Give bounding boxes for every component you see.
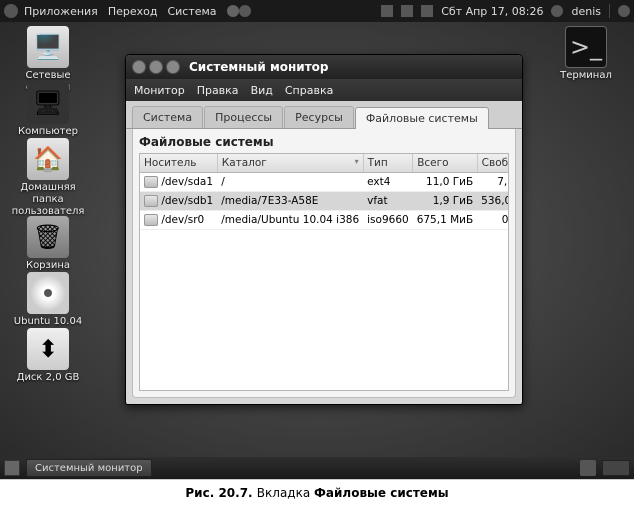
panel-title: Файловые системы [139,135,509,149]
menu-applications[interactable]: Приложения [24,5,98,18]
drive-icon [144,195,158,207]
window-menubar: Монитор Правка Вид Справка [126,79,522,101]
window-close-button[interactable] [132,60,146,74]
top-menubar: Приложения Переход Система Сбт Апр 17, 0… [0,0,634,22]
computer-icon: 🖥 [27,82,69,124]
menu-help[interactable]: Справка [285,84,333,97]
firefox-icon[interactable] [227,5,239,17]
menu-system[interactable]: Система [167,5,216,18]
user-label[interactable]: denis [571,5,601,18]
dvd-icon [27,272,69,314]
desktop-icon-trash[interactable]: 🗑 Корзина [8,216,88,272]
window-maximize-button[interactable] [166,60,180,74]
col-free[interactable]: Свободно [477,154,509,173]
help-icon[interactable] [239,5,251,17]
table-row[interactable]: /dev/sr0/media/Ubuntu 10.04 i386iso96606… [140,211,509,230]
cell-total: 1,9 ГиБ [413,192,477,211]
cell-directory: /media/7E33-A58E [217,192,363,211]
task-button-label: Системный монитор [35,463,143,474]
cell-device: /dev/sdb1 [140,192,217,211]
tab-system[interactable]: Система [132,106,203,128]
table-row[interactable]: /dev/sdb1/media/7E33-A58Evfat1,9 ГиБ536,… [140,192,509,211]
separator [609,4,610,18]
desktop-icon-label: Корзина [8,260,88,272]
desktop[interactable]: 🖥️ Сетевые серверы 🖥 Компьютер 🏠 Домашня… [0,22,634,459]
titlebar[interactable]: Системный монитор [126,55,522,79]
workspace-switcher[interactable] [602,460,630,476]
table-row[interactable]: /dev/sda1/ext411,0 ГиБ7,2 ГиБ6,6 ГиБ3 [140,173,509,192]
shutdown-icon[interactable] [618,5,630,17]
menu-monitor[interactable]: Монитор [134,84,185,97]
system-monitor-window: Системный монитор Монитор Правка Вид Спр… [125,54,523,405]
caption-plain: Вкладка [257,486,314,500]
menu-edit[interactable]: Правка [197,84,239,97]
cell-device: /dev/sr0 [140,211,217,230]
user-icon[interactable] [551,5,563,17]
desktop-icon-terminal[interactable]: >_ Терминал [546,26,626,82]
terminal-icon: >_ [565,26,607,68]
cell-device: /dev/sda1 [140,173,217,192]
folder-icon: 🖥️ [27,26,69,68]
cell-total: 11,0 ГиБ [413,173,477,192]
filesystems-panel: Файловые системы Носитель Каталог Тип Вс… [132,129,516,398]
menu-places[interactable]: Переход [108,5,158,18]
desktop-icon-label: Компьютер [8,126,88,138]
col-directory[interactable]: Каталог [217,154,363,173]
updates-icon[interactable] [381,5,393,17]
caption-bold: Файловые системы [314,486,449,500]
cell-directory: /media/Ubuntu 10.04 i386 [217,211,363,230]
filesystem-table-container[interactable]: Носитель Каталог Тип Всего Свободно Дост… [139,153,509,391]
cell-type: iso9660 [363,211,413,230]
home-folder-icon: 🏠 [27,138,69,180]
desktop-icon-computer[interactable]: 🖥 Компьютер [8,82,88,138]
cell-free: 0 байт [477,211,509,230]
desktop-icon-usb[interactable]: ⬍ Диск 2,0 GB [8,328,88,384]
drive-icon [144,176,158,188]
tab-resources[interactable]: Ресурсы [284,106,354,128]
filesystem-table: Носитель Каталог Тип Всего Свободно Дост… [140,154,509,230]
menu-view[interactable]: Вид [251,84,273,97]
trash-applet-icon[interactable] [580,460,596,476]
desktop-icon-label: Диск 2,0 GB [8,372,88,384]
usb-icon: ⬍ [27,328,69,370]
cell-free: 7,2 ГиБ [477,173,509,192]
desktop-icon-label: Терминал [546,70,626,82]
volume-icon[interactable] [401,5,413,17]
cell-free: 536,0 МиБ [477,192,509,211]
trash-icon: 🗑 [27,216,69,258]
caption-prefix: Рис. 20.7. [185,486,256,500]
col-device[interactable]: Носитель [140,154,217,173]
figure-caption: Рис. 20.7. Вкладка Файловые системы [0,479,634,506]
col-type[interactable]: Тип [363,154,413,173]
distributor-logo-icon[interactable] [4,4,18,18]
cell-type: ext4 [363,173,413,192]
cell-directory: / [217,173,363,192]
cell-total: 675,1 МиБ [413,211,477,230]
show-desktop-button[interactable] [4,460,20,476]
tab-processes[interactable]: Процессы [204,106,283,128]
col-total[interactable]: Всего [413,154,477,173]
tab-filesystems[interactable]: Файловые системы [355,107,489,129]
window-title: Системный монитор [189,60,329,74]
table-header-row: Носитель Каталог Тип Всего Свободно Дост… [140,154,509,173]
task-button-system-monitor[interactable]: Системный монитор [26,459,152,477]
tabstrip: Система Процессы Ресурсы Файловые систем… [126,101,522,129]
drive-icon [144,214,158,226]
cell-type: vfat [363,192,413,211]
window-minimize-button[interactable] [149,60,163,74]
mail-icon[interactable] [421,5,433,17]
clock[interactable]: Сбт Апр 17, 08:26 [441,5,543,18]
bottom-panel: Системный монитор [0,457,634,479]
